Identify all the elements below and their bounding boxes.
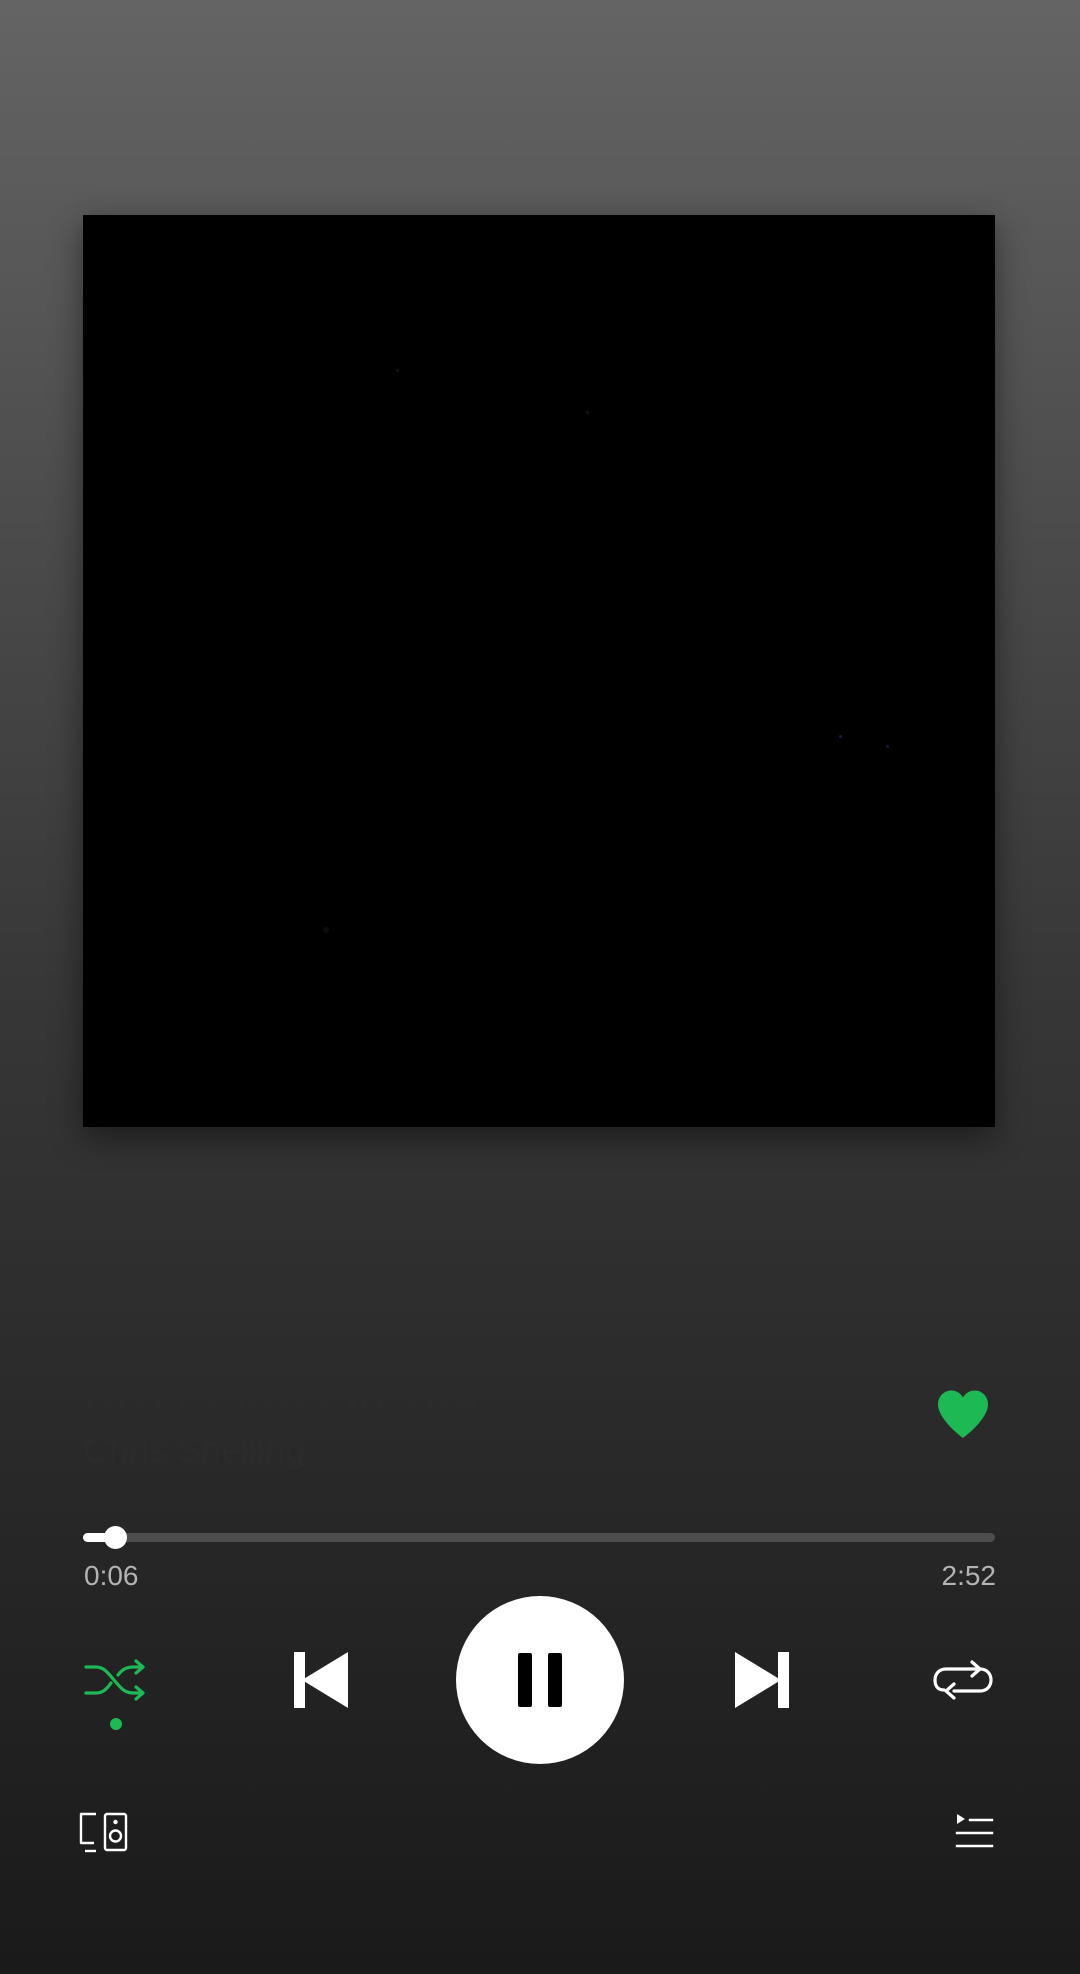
elapsed-time: 0:06 (84, 1560, 139, 1591)
queue-button[interactable] (954, 1812, 994, 1852)
shuffle-active-dot (110, 1718, 122, 1730)
pause-icon (518, 1653, 562, 1707)
progress-thumb[interactable] (103, 1526, 127, 1549)
connect-devices-button[interactable] (78, 1811, 130, 1853)
skip-next-icon (735, 1652, 789, 1708)
previous-track-button[interactable] (290, 1650, 350, 1710)
progress-bar[interactable] (83, 1526, 995, 1549)
shuffle-button[interactable] (80, 1650, 150, 1732)
queue-icon (955, 1814, 994, 1848)
track-title[interactable]: River Flows in You (83, 1371, 478, 1421)
like-button[interactable] (933, 1385, 993, 1441)
total-duration: 2:52 (941, 1560, 997, 1591)
album-artwork (83, 215, 995, 1127)
skip-previous-icon (294, 1652, 348, 1708)
track-artist[interactable]: Chris Snelling (83, 1429, 305, 1471)
connect-devices-icon (79, 1812, 128, 1853)
shuffle-icon (84, 1659, 145, 1730)
track-info: River Flows in You Chris Snelling (83, 1355, 783, 1485)
next-track-button[interactable] (733, 1650, 793, 1710)
repeat-button[interactable] (932, 1650, 994, 1710)
heart-filled-icon (938, 1390, 988, 1438)
play-pause-button[interactable] (456, 1596, 624, 1764)
repeat-icon (933, 1660, 993, 1700)
